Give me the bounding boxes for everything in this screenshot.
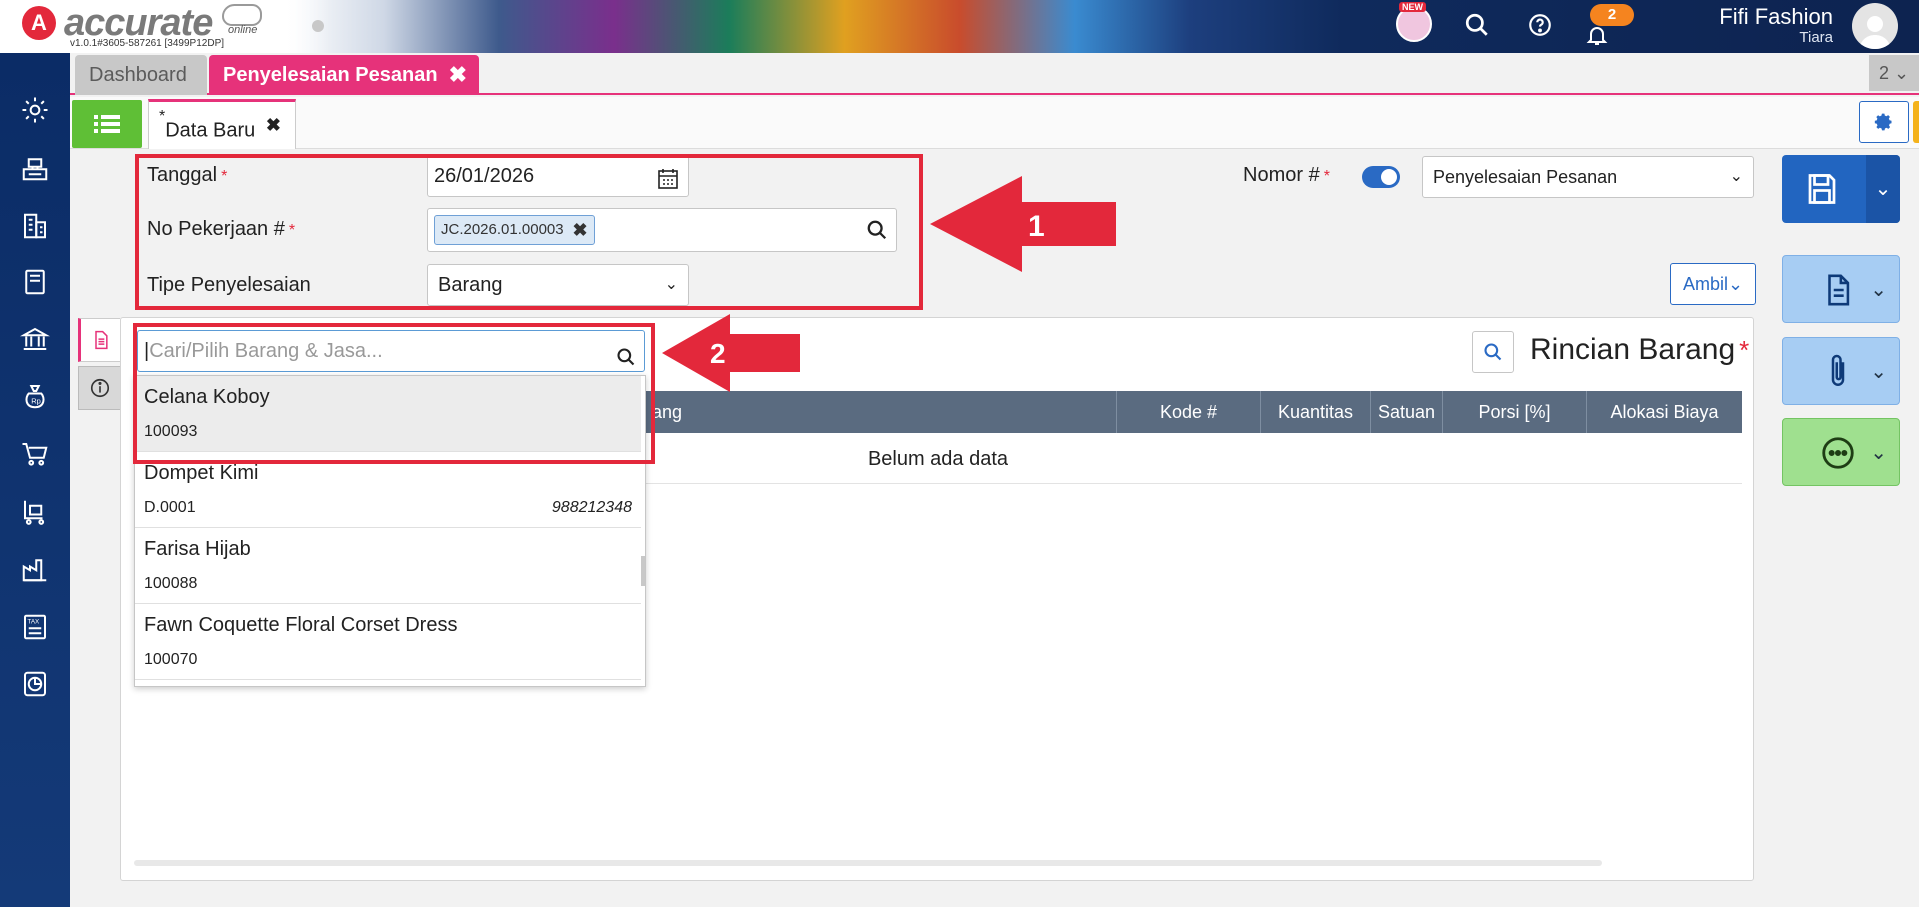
detail-title-text: Rincian Barang bbox=[1530, 333, 1736, 366]
item-name: Fawn Coquette Floral Corset Dress bbox=[144, 614, 458, 636]
ambil-label: Ambil bbox=[1682, 274, 1728, 294]
column-name[interactable]: ang bbox=[600, 391, 1116, 433]
save-dropdown-chevron[interactable]: ⌄ bbox=[1866, 155, 1900, 223]
search-icon bbox=[1484, 343, 1502, 361]
svg-text:TAX: TAX bbox=[28, 618, 41, 625]
document-list-icon bbox=[94, 330, 108, 350]
settings-gear-icon[interactable] bbox=[17, 92, 53, 128]
tab-label: Penyelesaian Pesanan bbox=[223, 64, 438, 86]
document-icon bbox=[1821, 272, 1855, 313]
svg-text:Rp: Rp bbox=[31, 397, 41, 406]
required-mark: * bbox=[1323, 168, 1330, 185]
save-disk-icon bbox=[1804, 171, 1840, 212]
logo-area: A accurate online v1.0.1#3605-587261 [34… bbox=[0, 0, 330, 53]
highlight-box-1 bbox=[135, 154, 923, 310]
item-code: 100088 bbox=[144, 575, 198, 592]
tab-data-baru[interactable]: *Data Baru ✖ bbox=[148, 99, 296, 149]
cloud-icon bbox=[222, 4, 262, 26]
item-barcode: 988212348 bbox=[551, 499, 632, 516]
item-name: Dompet Kimi bbox=[144, 462, 259, 484]
top-header: A accurate online v1.0.1#3605-587261 [34… bbox=[0, 0, 1919, 53]
info-icon bbox=[90, 378, 109, 398]
bank-icon[interactable] bbox=[17, 321, 53, 357]
dropdown-scrollbar[interactable] bbox=[641, 556, 645, 586]
money-bag-icon[interactable]: Rp bbox=[17, 378, 53, 414]
list-view-button[interactable] bbox=[72, 100, 142, 148]
chevron-down-icon: ⌄ bbox=[1729, 168, 1743, 185]
required-mark: * bbox=[1739, 335, 1750, 365]
highlight-box-2 bbox=[133, 323, 655, 464]
item-name: Farisa Hijab bbox=[144, 538, 251, 560]
search-icon[interactable] bbox=[1462, 10, 1492, 40]
more-actions-button[interactable]: ⌄ bbox=[1782, 418, 1900, 486]
item-code: 100070 bbox=[144, 651, 198, 668]
save-button[interactable]: ⌄ bbox=[1782, 155, 1900, 223]
shopping-cart-icon[interactable] bbox=[17, 436, 53, 472]
status-dot bbox=[312, 20, 324, 32]
nomor-type-select[interactable]: Penyelesaian Pesanan ⌄ bbox=[1422, 156, 1754, 198]
version-label: v1.0.1#3605-587261 [3499P12DP] bbox=[70, 38, 225, 49]
more-dots-icon bbox=[1819, 434, 1857, 477]
tab-dashboard[interactable]: Dashboard bbox=[75, 55, 207, 95]
detail-title: Rincian Barang * bbox=[1530, 333, 1749, 367]
close-subtab-icon[interactable]: ✖ bbox=[266, 102, 281, 148]
tab-count-dropdown[interactable]: 2 ⌄ bbox=[1869, 55, 1919, 91]
horizontal-scrollbar[interactable] bbox=[134, 860, 1602, 866]
tax-document-icon[interactable]: TAX bbox=[17, 609, 53, 645]
notification-count[interactable]: 2 bbox=[1590, 4, 1634, 26]
help-icon[interactable] bbox=[1525, 10, 1555, 40]
paperclip-icon bbox=[1823, 352, 1853, 395]
tips-bulb-button[interactable] bbox=[1913, 101, 1919, 143]
list-item[interactable]: Fawn Coquette Floral Corset Dress 100070 bbox=[135, 604, 641, 680]
settings-button[interactable] bbox=[1859, 101, 1909, 143]
company-name[interactable]: Fifi Fashion bbox=[1719, 4, 1833, 30]
document-actions-button[interactable]: ⌄ bbox=[1782, 255, 1900, 323]
nomor-label: Nomor # * bbox=[1243, 164, 1330, 187]
arrow-annotation-1: 1 bbox=[930, 176, 1116, 272]
module-tabs: Dashboard Penyelesaian Pesanan ✖ 2 ⌄ bbox=[70, 53, 1919, 95]
nomor-label-text: Nomor # bbox=[1243, 164, 1320, 186]
arrow-label-1: 1 bbox=[1028, 210, 1045, 243]
ambil-button[interactable]: Ambil⌄ bbox=[1670, 263, 1756, 305]
items-table-header: ang Kode # Kuantitas Satuan Porsi [%] Al… bbox=[600, 391, 1742, 433]
detail-tab-items[interactable] bbox=[78, 318, 120, 362]
cash-register-icon[interactable] bbox=[17, 150, 53, 186]
logo-subtitle: online bbox=[228, 24, 258, 36]
user-name: Tiara bbox=[1799, 29, 1833, 46]
auto-number-toggle[interactable] bbox=[1362, 166, 1400, 188]
chevron-down-icon: ⌄ bbox=[1870, 279, 1887, 301]
new-badge: NEW bbox=[1399, 2, 1426, 12]
avatar[interactable] bbox=[1852, 3, 1898, 49]
column-kuantitas[interactable]: Kuantitas bbox=[1260, 391, 1370, 433]
close-tab-icon[interactable]: ✖ bbox=[449, 55, 467, 95]
sub-tab-label: Data Baru bbox=[165, 119, 256, 142]
book-icon[interactable] bbox=[17, 264, 53, 300]
report-chart-icon[interactable] bbox=[17, 666, 53, 702]
trolley-icon[interactable] bbox=[17, 494, 53, 530]
column-satuan[interactable]: Satuan bbox=[1370, 391, 1442, 433]
column-kode[interactable]: Kode # bbox=[1116, 391, 1260, 433]
toggle-knob bbox=[1381, 169, 1397, 185]
building-icon[interactable] bbox=[17, 208, 53, 244]
chevron-down-icon: ⌄ bbox=[1870, 442, 1887, 464]
column-porsi[interactable]: Porsi [%] bbox=[1442, 391, 1586, 433]
arrow-annotation-2: 2 bbox=[662, 314, 800, 392]
arrow-label-2: 2 bbox=[710, 338, 726, 369]
column-alokasi-biaya[interactable]: Alokasi Biaya bbox=[1586, 391, 1742, 433]
attachment-button[interactable]: ⌄ bbox=[1782, 337, 1900, 405]
chevron-down-icon: ⌄ bbox=[1870, 361, 1887, 383]
logo-mark[interactable]: A bbox=[22, 6, 56, 40]
unsaved-mark: * bbox=[159, 108, 166, 125]
sub-tabs: *Data Baru ✖ bbox=[70, 97, 1919, 149]
list-item[interactable]: Farisa Hijab 100088 bbox=[135, 528, 641, 604]
detail-search-button[interactable] bbox=[1472, 331, 1514, 373]
tab-penyelesaian-pesanan[interactable]: Penyelesaian Pesanan ✖ bbox=[209, 55, 479, 95]
nomor-type-value: Penyelesaian Pesanan bbox=[1433, 167, 1618, 187]
item-code: D.0001 bbox=[144, 499, 196, 516]
detail-tab-info[interactable] bbox=[78, 366, 120, 410]
sidebar: Rp TAX bbox=[0, 53, 70, 907]
factory-icon[interactable] bbox=[17, 551, 53, 587]
